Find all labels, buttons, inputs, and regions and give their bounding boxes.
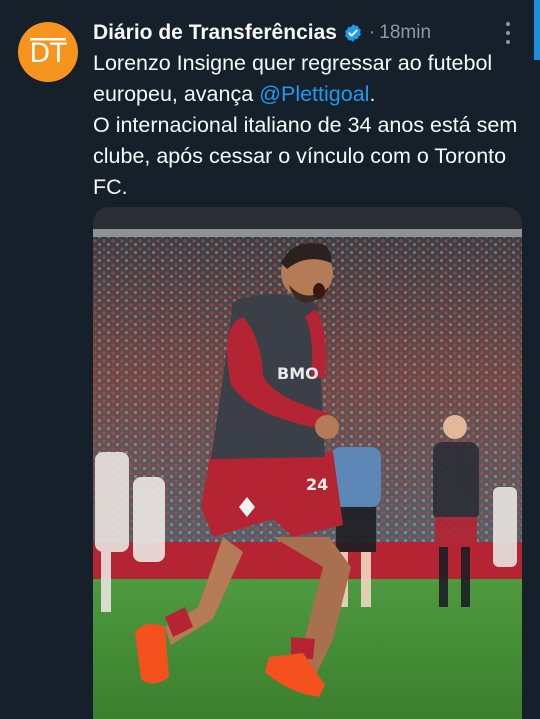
tweet-text: Lorenzo Insigne quer regressar ao futebo… <box>93 48 523 203</box>
avatar[interactable]: DT <box>18 22 78 82</box>
scroll-indicator <box>534 0 540 60</box>
tweet-text-line-2: O internacional italiano de 34 anos está… <box>93 113 518 199</box>
author-name[interactable]: Diário de Transferências <box>93 21 337 45</box>
tweet-text-line-1: Lorenzo Insigne quer regressar ao futebo… <box>93 51 493 106</box>
tweet-header: Diário de Transferências · 18min <box>93 19 520 47</box>
tweet-media-photo[interactable]: BMO 24 <box>93 207 522 719</box>
photo-illustration: BMO 24 <box>93 207 522 719</box>
separator-dot: · <box>368 22 376 43</box>
jersey-sponsor: BMO <box>277 364 319 383</box>
mention-link[interactable]: @Plettigoal <box>259 82 369 106</box>
dt-logo-icon: DT <box>29 38 67 69</box>
tweet[interactable]: DT Diário de Transferências · 18min Lore… <box>0 0 540 719</box>
more-options-icon[interactable] <box>498 22 518 44</box>
svg-text:DT: DT <box>29 38 67 69</box>
verified-badge-icon <box>345 24 361 42</box>
timestamp[interactable]: 18min <box>379 22 431 44</box>
jersey-number: 24 <box>306 475 328 494</box>
